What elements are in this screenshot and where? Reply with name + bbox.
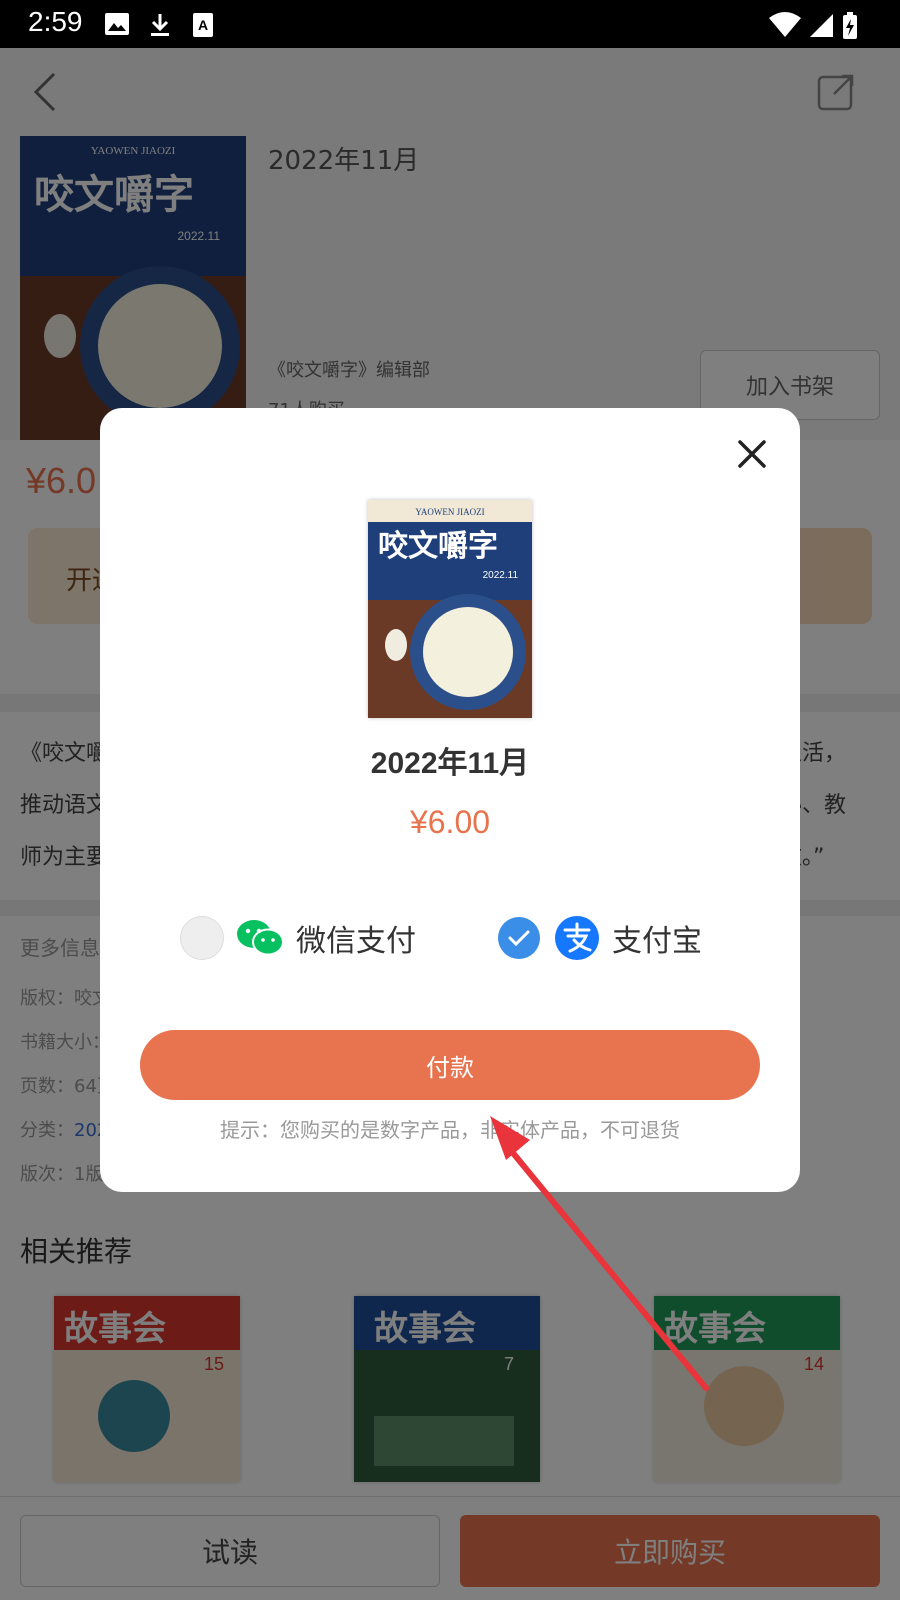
- wechat-radio[interactable]: [180, 916, 224, 960]
- svg-text:咬文嚼字: 咬文嚼字: [378, 529, 498, 564]
- refund-tip: 提示：您购买的是数字产品，非实体产品，不可退货: [220, 1118, 680, 1142]
- pay-button[interactable]: 付款: [140, 1030, 760, 1100]
- svg-text:2022.11: 2022.11: [483, 570, 519, 581]
- battery-icon: [843, 12, 857, 39]
- wifi-icon: [769, 12, 801, 37]
- image-icon: [105, 13, 129, 35]
- status-time: 2:59: [28, 6, 83, 37]
- signal-icon: [810, 14, 833, 37]
- status-bar: 2:59 A: [0, 0, 900, 48]
- payment-dialog: YAOWEN JIAOZI 咬文嚼字 2022.11 2022年11月 ¥6.0…: [100, 408, 800, 1192]
- alipay-icon: [555, 916, 599, 960]
- download-icon: [151, 14, 169, 36]
- wechat-pay-label: 微信支付: [296, 924, 416, 959]
- wechat-pay-option[interactable]: 微信支付: [180, 914, 416, 962]
- alipay-radio-checked[interactable]: [498, 917, 540, 959]
- alipay-option[interactable]: 支付宝: [498, 914, 702, 962]
- close-icon[interactable]: [730, 432, 774, 476]
- check-icon: [508, 930, 530, 947]
- svg-text:A: A: [198, 17, 208, 33]
- modal-title: 2022年11月: [370, 747, 530, 780]
- modal-price: ¥6.00: [409, 804, 491, 840]
- wechat-icon: [237, 920, 284, 956]
- modal-book-cover: YAOWEN JIAOZI 咬文嚼字 2022.11: [368, 500, 532, 718]
- text-icon: A: [193, 13, 213, 37]
- alipay-label: 支付宝: [612, 924, 702, 959]
- svg-text:YAOWEN JIAOZI: YAOWEN JIAOZI: [415, 507, 484, 517]
